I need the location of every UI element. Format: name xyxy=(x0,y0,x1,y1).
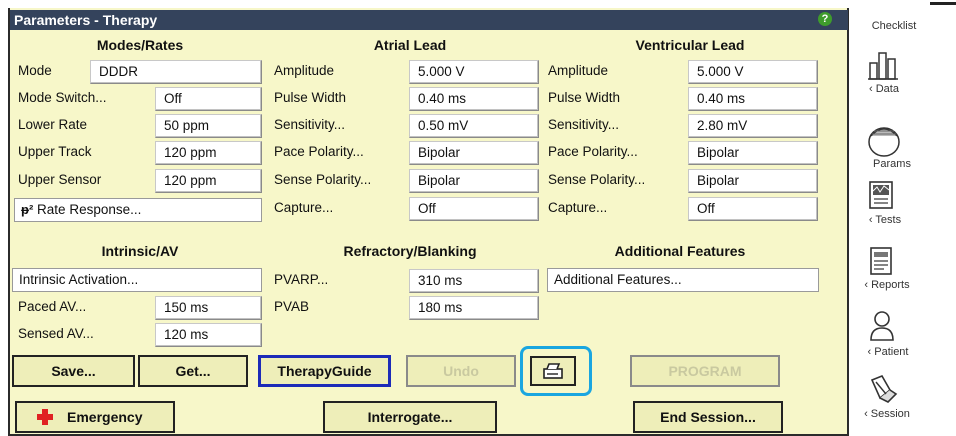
mode-field[interactable]: DDDR xyxy=(90,60,262,84)
sensed-av-field[interactable]: 120 ms xyxy=(155,323,262,347)
paced-av-field[interactable]: 150 ms xyxy=(155,296,262,320)
upper-sensor-field[interactable]: 120 ppm xyxy=(155,169,262,193)
sidebar-data[interactable]: ‹ Data xyxy=(854,83,914,95)
get-button[interactable]: Get... xyxy=(138,355,248,387)
pvarp-field[interactable]: 310 ms xyxy=(409,269,539,293)
mode-switch-field[interactable]: Off xyxy=(155,87,262,111)
ventricular-sense-polarity-field[interactable]: Bipolar xyxy=(688,169,818,193)
upper-sensor-label: Upper Sensor xyxy=(18,172,102,187)
window-title: Parameters - Therapy xyxy=(10,10,848,30)
upper-track-label: Upper Track xyxy=(18,144,92,159)
reports-document-icon xyxy=(870,247,892,275)
ventricular-pace-polarity-label: Pace Polarity... xyxy=(548,144,638,159)
ventricular-pulse-width-field[interactable]: 0.40 ms xyxy=(688,87,818,111)
pvab-field[interactable]: 180 ms xyxy=(409,296,539,320)
atrial-lead-heading: Atrial Lead xyxy=(373,37,447,53)
ventricular-capture-field[interactable]: Off xyxy=(688,197,818,221)
atrial-sensitivity-field[interactable]: 0.50 mV xyxy=(409,114,539,138)
modes-rates-heading: Modes/Rates xyxy=(96,37,184,53)
rate-response-icon: ᵽ² xyxy=(21,202,34,217)
end-session-button[interactable]: End Session... xyxy=(633,401,783,433)
atrial-capture-field[interactable]: Off xyxy=(409,197,539,221)
lower-rate-label: Lower Rate xyxy=(18,117,88,132)
pvarp-label: PVARP... xyxy=(274,272,329,287)
ventricular-amplitude-label: Amplitude xyxy=(548,63,609,78)
help-icon[interactable]: ? xyxy=(818,12,832,26)
atrial-amplitude-label: Amplitude xyxy=(274,63,335,78)
ventricular-pulse-width-label: Pulse Width xyxy=(548,90,621,105)
sidebar-session[interactable]: ‹ Session xyxy=(857,408,917,420)
sidebar-params[interactable]: Params xyxy=(862,158,922,170)
atrial-pace-polarity-label: Pace Polarity... xyxy=(274,144,364,159)
interrogate-button[interactable]: Interrogate... xyxy=(323,401,497,433)
sidebar-patient[interactable]: ‹ Patient xyxy=(858,346,918,358)
emergency-cross-icon xyxy=(37,409,53,425)
paced-av-label: Paced AV... xyxy=(18,299,87,314)
sidebar-checklist[interactable]: Checklist xyxy=(864,20,924,32)
atrial-capture-label: Capture... xyxy=(274,200,334,215)
data-chart-icon xyxy=(868,52,898,80)
upper-track-field[interactable]: 120 ppm xyxy=(155,141,262,165)
ventricular-sensitivity-field[interactable]: 2.80 mV xyxy=(688,114,818,138)
rate-response-label: Rate Response... xyxy=(37,202,142,217)
save-button[interactable]: Save... xyxy=(12,355,135,387)
atrial-sensitivity-label: Sensitivity... xyxy=(274,117,346,132)
ventricular-sensitivity-label: Sensitivity... xyxy=(548,117,620,132)
session-wand-icon xyxy=(870,374,898,403)
refractory-blanking-heading: Refractory/Blanking xyxy=(343,243,477,259)
additional-features-button[interactable]: Additional Features... xyxy=(547,268,819,292)
ventricular-capture-label: Capture... xyxy=(548,200,608,215)
therapy-guide-button[interactable]: TherapyGuide xyxy=(258,355,391,387)
atrial-pulse-width-field[interactable]: 0.40 ms xyxy=(409,87,539,111)
emergency-button[interactable]: Emergency xyxy=(15,401,175,433)
atrial-sense-polarity-label: Sense Polarity... xyxy=(274,172,372,187)
ventricular-amplitude-field[interactable]: 5.000 V xyxy=(688,60,818,84)
atrial-pace-polarity-field[interactable]: Bipolar xyxy=(409,141,539,165)
printer-icon xyxy=(543,363,563,379)
lower-rate-field[interactable]: 50 ppm xyxy=(155,114,262,138)
program-button: PROGRAM xyxy=(630,355,780,387)
intrinsic-activation-button[interactable]: Intrinsic Activation... xyxy=(12,268,262,292)
sidebar-tests[interactable]: ‹ Tests xyxy=(855,214,915,226)
intrinsic-av-heading: Intrinsic/AV xyxy=(101,243,179,259)
sensed-av-label: Sensed AV... xyxy=(18,326,94,341)
atrial-sense-polarity-field[interactable]: Bipolar xyxy=(409,169,539,193)
patient-person-icon xyxy=(870,311,894,341)
ventricular-sense-polarity-label: Sense Polarity... xyxy=(548,172,646,187)
mode-label: Mode xyxy=(18,63,52,78)
ventricular-pace-polarity-field[interactable]: Bipolar xyxy=(688,141,818,165)
undo-button: Undo xyxy=(406,355,516,387)
tests-monitor-icon xyxy=(869,181,893,209)
atrial-amplitude-field[interactable]: 5.000 V xyxy=(409,60,539,84)
mode-switch-label: Mode Switch... xyxy=(18,90,107,105)
print-button[interactable] xyxy=(530,356,576,386)
sidebar-reports[interactable]: ‹ Reports xyxy=(857,279,917,291)
params-device-icon xyxy=(868,127,900,157)
rate-response-button[interactable]: ᵽ² Rate Response... xyxy=(14,198,262,222)
atrial-pulse-width-label: Pulse Width xyxy=(274,90,347,105)
emergency-label: Emergency xyxy=(67,409,143,425)
additional-features-heading: Additional Features xyxy=(614,243,746,259)
pvab-label: PVAB xyxy=(274,299,310,314)
ventricular-lead-heading: Ventricular Lead xyxy=(635,37,745,53)
sidebar-top-bar xyxy=(930,2,956,5)
